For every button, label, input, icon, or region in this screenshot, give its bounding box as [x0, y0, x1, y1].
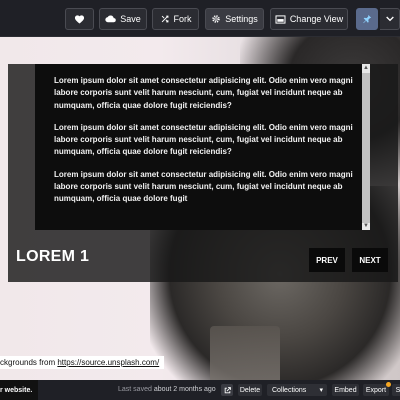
settings-button[interactable]: Settings: [205, 8, 264, 30]
embed-button[interactable]: Embed: [332, 384, 359, 396]
background-credit: ckgrounds from https://source.unsplash.c…: [0, 356, 165, 369]
gear-icon: [212, 15, 220, 23]
chevron-down-icon: [385, 16, 394, 22]
credit-link[interactable]: https://source.unsplash.com/: [57, 358, 159, 367]
ad-banner[interactable]: r website.: [0, 380, 39, 400]
change-view-label: Change View: [289, 14, 344, 24]
pin-button[interactable]: [356, 8, 378, 30]
scrollbar-thumb[interactable]: [362, 73, 370, 223]
collections-label: Collections: [272, 386, 307, 394]
delete-button[interactable]: Delete: [238, 384, 262, 396]
slide-paragraph: Lorem ipsum dolor sit amet consectetur a…: [54, 76, 353, 110]
change-view-button[interactable]: Change View: [270, 8, 348, 30]
editor-footer: Last saved about 2 months ago Delete Col…: [0, 380, 400, 400]
save-button[interactable]: Save: [99, 8, 147, 30]
slide-paragraph: Lorem ipsum dolor sit amet consectetur a…: [54, 169, 353, 204]
fork-label: Fork: [173, 14, 192, 24]
editor-toolbar: Save Fork Settings Change View: [0, 0, 400, 37]
heart-icon: [74, 15, 85, 24]
save-label: Save: [120, 14, 141, 24]
slide-text-box[interactable]: Lorem ipsum dolor sit amet consectetur a…: [35, 64, 370, 230]
slide-title: LOREM 1: [16, 248, 90, 265]
scroll-down-arrow-icon[interactable]: ▼: [362, 222, 370, 230]
notification-dot: [386, 382, 391, 387]
last-saved-value: about 2 months ago: [153, 386, 216, 393]
prev-button[interactable]: PREV: [309, 248, 345, 272]
fork-icon: [161, 15, 168, 23]
collections-dropdown[interactable]: Collections ▾: [267, 384, 327, 396]
fork-button[interactable]: Fork: [152, 8, 199, 30]
export-button[interactable]: Export: [363, 384, 389, 396]
open-external-button[interactable]: [221, 384, 233, 396]
last-saved-status: Last saved about 2 months ago: [118, 386, 216, 393]
photo-landing-strut: [210, 326, 280, 380]
external-link-icon: [224, 386, 231, 393]
credit-text: ckgrounds from: [0, 358, 58, 367]
next-button[interactable]: NEXT: [352, 248, 388, 272]
slide-paragraph: Lorem ipsum dolor sit amet consectetur a…: [54, 122, 353, 157]
pin-dropdown-button[interactable]: [380, 8, 400, 30]
scroll-up-arrow-icon[interactable]: ▲: [362, 64, 370, 72]
layout-icon: [275, 14, 286, 24]
pin-icon: [363, 14, 372, 24]
last-saved-label: Last saved: [118, 386, 152, 393]
chevron-down-icon: ▾: [319, 387, 323, 394]
share-button[interactable]: S: [392, 384, 400, 396]
heart-button[interactable]: [65, 8, 94, 30]
settings-label: Settings: [225, 14, 258, 24]
cloud-icon: [105, 15, 117, 23]
